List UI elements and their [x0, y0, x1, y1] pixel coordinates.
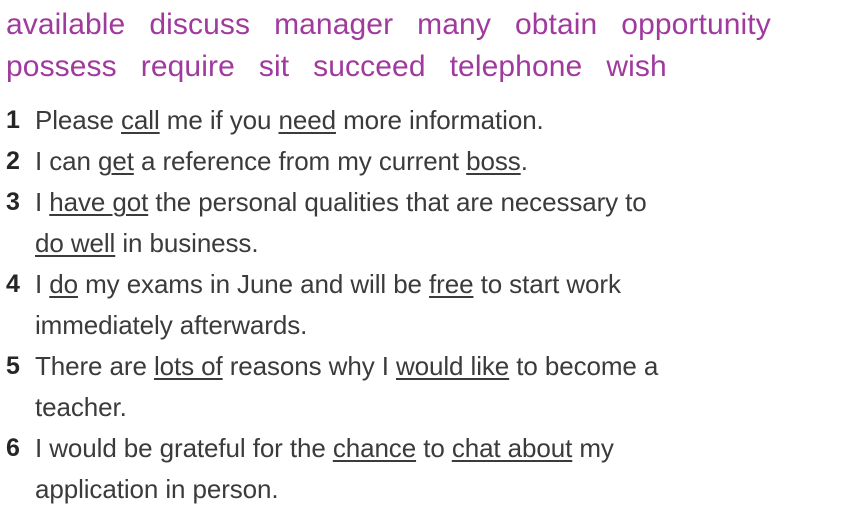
text-fragment: to start work — [473, 269, 621, 299]
underlined-phrase[interactable]: have got — [49, 187, 148, 217]
item-text-line: I would be grateful for the chance to ch… — [35, 428, 855, 469]
item-text: Please call me if you need more informat… — [35, 100, 855, 141]
item-text-line: Please call me if you need more informat… — [35, 100, 855, 141]
item-text-line: do well in business. — [35, 223, 855, 264]
item-text-line: I can get a reference from my current bo… — [35, 141, 855, 182]
underlined-phrase[interactable]: call — [121, 105, 160, 135]
item-text-line: application in person. — [35, 469, 855, 510]
exercise-item: 3I have got the personal qualities that … — [0, 182, 855, 264]
text-fragment: my exams in June and will be — [77, 269, 430, 299]
text-fragment: teacher. — [35, 392, 127, 422]
text-fragment: I can — [35, 146, 98, 176]
item-number: 4 — [6, 270, 20, 298]
text-fragment: the personal qualities that are necessar… — [148, 187, 647, 217]
item-number: 1 — [6, 106, 20, 134]
word-bank: available discuss manager many obtain opportu… — [6, 4, 851, 88]
underlined-phrase[interactable]: get — [98, 146, 134, 176]
item-text: I can get a reference from my current bo… — [35, 141, 855, 182]
worksheet-page: available discuss manager many obtain opportu… — [0, 0, 855, 527]
exercise-list: 1 Please call me if you need more informa… — [0, 100, 855, 510]
underlined-phrase[interactable]: free — [429, 269, 474, 299]
text-fragment: my — [572, 433, 614, 463]
item-text: There are lots of reasons why I would li… — [35, 346, 855, 428]
underlined-phrase[interactable]: chance — [333, 433, 416, 463]
word-bank-word[interactable]: available — [6, 4, 125, 46]
word-bank-word[interactable]: succeed — [313, 46, 425, 88]
item-text-line: I do my exams in June and will be free t… — [35, 264, 855, 305]
text-fragment: reasons why I — [222, 351, 396, 381]
item-text-line: teacher. — [35, 387, 855, 428]
exercise-item: 2 I can get a reference from my current b… — [0, 141, 855, 182]
text-fragment: application in person. — [35, 474, 279, 504]
underlined-phrase[interactable]: chat about — [452, 433, 573, 463]
text-fragment: There are — [35, 351, 154, 381]
text-fragment: to — [416, 433, 452, 463]
exercise-item: 6 I would be grateful for the chance to c… — [0, 428, 855, 510]
exercise-item: 5 There are lots of reasons why I would l… — [0, 346, 855, 428]
text-fragment: in business. — [115, 228, 259, 258]
text-fragment: a reference from my current — [133, 146, 467, 176]
word-bank-word[interactable]: many — [417, 4, 491, 46]
text-fragment: me if you — [159, 105, 279, 135]
word-bank-word[interactable]: possess — [6, 46, 117, 88]
underlined-phrase[interactable]: would like — [396, 351, 509, 381]
word-bank-word[interactable]: sit — [259, 46, 289, 88]
text-fragment: . — [520, 146, 528, 176]
word-bank-word[interactable]: opportunity — [621, 4, 771, 46]
text-fragment: to become a — [509, 351, 659, 381]
word-bank-word[interactable]: discuss — [149, 4, 250, 46]
underlined-phrase[interactable]: boss — [466, 146, 521, 176]
word-bank-word[interactable]: telephone — [450, 46, 583, 88]
text-fragment: Please — [35, 105, 122, 135]
word-bank-line: possess require sit succeed telephone wish — [6, 46, 851, 88]
word-bank-word[interactable]: wish — [606, 46, 666, 88]
underlined-phrase[interactable]: do well — [35, 228, 115, 258]
exercise-item: 1 Please call me if you need more informa… — [0, 100, 855, 141]
underlined-phrase[interactable]: need — [279, 105, 337, 135]
item-number: 2 — [6, 147, 20, 175]
item-text-line: I have got the personal qualities that a… — [35, 182, 855, 223]
underlined-phrase[interactable]: lots of — [154, 351, 223, 381]
text-fragment: more information. — [335, 105, 544, 135]
word-bank-word[interactable]: require — [141, 46, 235, 88]
item-text-line: There are lots of reasons why I would li… — [35, 346, 855, 387]
word-bank-word[interactable]: obtain — [515, 4, 597, 46]
text-fragment: I would be grateful for the — [35, 433, 333, 463]
item-text: I do my exams in June and will be free t… — [35, 264, 855, 346]
text-fragment: I — [35, 187, 50, 217]
word-bank-word[interactable]: manager — [274, 4, 393, 46]
item-text: I have got the personal qualities that a… — [35, 182, 855, 264]
underlined-phrase[interactable]: do — [49, 269, 78, 299]
text-fragment: I — [35, 269, 50, 299]
item-text: I would be grateful for the chance to ch… — [35, 428, 855, 510]
item-number: 5 — [6, 352, 20, 380]
item-number: 6 — [6, 434, 20, 462]
exercise-item: 4 I do my exams in June and will be free … — [0, 264, 855, 346]
item-number: 3 — [6, 188, 20, 216]
word-bank-line: available discuss manager many obtain opportu… — [6, 4, 851, 46]
item-text-line: immediately afterwards. — [35, 305, 855, 346]
text-fragment: immediately afterwards. — [35, 310, 308, 340]
